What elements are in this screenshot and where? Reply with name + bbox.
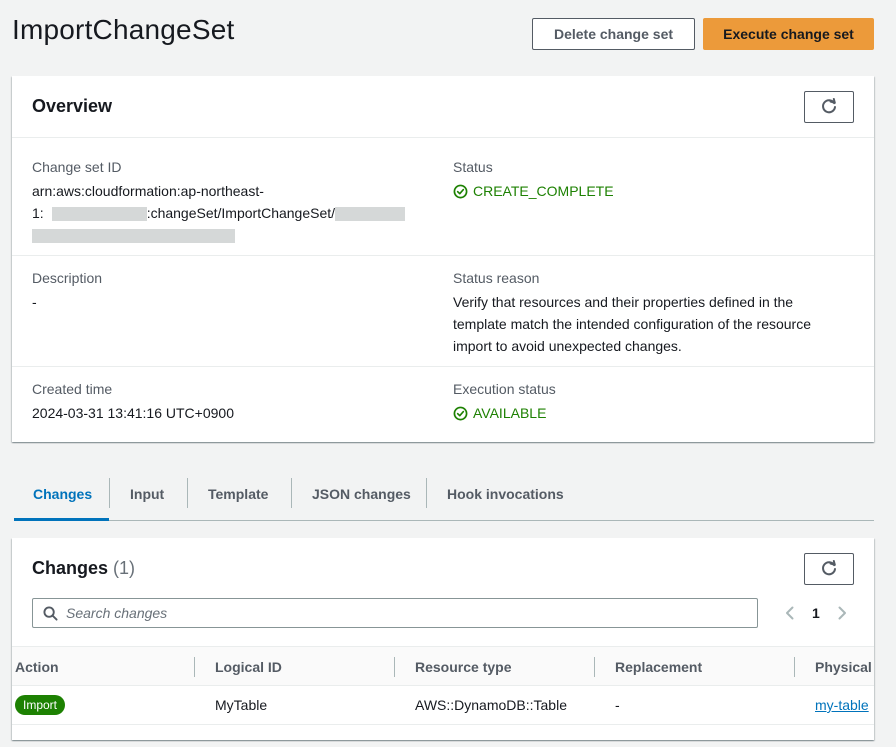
change-set-id-label: Change set ID [32, 159, 122, 175]
tab-separator [291, 478, 292, 508]
overview-title: Overview [32, 96, 113, 116]
table-header: Action Logical ID Resource type Replacem… [12, 646, 874, 686]
pagination: 1 [782, 600, 850, 626]
overview-panel: Overview Change set ID arn:aws:cloudform… [12, 76, 874, 442]
chevron-left-icon[interactable] [782, 605, 798, 621]
changes-refresh-button[interactable] [804, 553, 854, 585]
description-value: - [32, 294, 37, 310]
divider [12, 255, 874, 256]
description-label: Description [32, 270, 103, 286]
logical-id-cell: MyTable [215, 697, 268, 713]
refresh-icon [822, 560, 836, 576]
column-header-resource-type[interactable]: Resource type [415, 647, 511, 687]
status-text: CREATE_COMPLETE [473, 183, 614, 199]
physical-id-link[interactable]: my-table [815, 697, 869, 713]
redacted-id-part [335, 207, 406, 222]
redacted-account-id [51, 207, 147, 222]
execution-status-value: AVAILABLE [453, 402, 546, 424]
chevron-right-icon[interactable] [834, 605, 850, 621]
search-icon [43, 605, 58, 621]
page-number[interactable]: 1 [812, 605, 820, 621]
tab-separator [426, 478, 427, 508]
column-header-action[interactable]: Action [15, 647, 59, 687]
status-reason-value: Verify that resources and their properti… [453, 294, 811, 354]
status-value: CREATE_COMPLETE [453, 180, 614, 202]
change-set-id-line1: arn:aws:cloudformation:ap-northeast- [32, 183, 264, 199]
column-header-logical-id[interactable]: Logical ID [215, 647, 282, 687]
created-time-label: Created time [32, 381, 113, 397]
replacement-cell: - [615, 697, 620, 713]
overview-refresh-button[interactable] [804, 91, 854, 123]
tab-changes[interactable]: Changes [33, 470, 92, 518]
page-title: ImportChangeSet [12, 14, 235, 45]
changes-title-text: Changes [32, 558, 109, 578]
execution-status-text: AVAILABLE [473, 405, 547, 421]
changes-count: (1) [113, 558, 136, 578]
tab-hook-invocations[interactable]: Hook invocations [447, 470, 564, 518]
table-row: Import MyTable AWS::DynamoDB::Table - my… [12, 686, 874, 725]
tab-bar: Changes Input Template JSON changes Hook… [14, 470, 874, 521]
execution-status-label: Execution status [453, 381, 556, 397]
refresh-icon [822, 98, 836, 114]
check-circle-icon [453, 406, 468, 420]
search-changes-field[interactable] [32, 598, 758, 628]
check-circle-icon [453, 184, 468, 198]
tab-input[interactable]: Input [130, 470, 164, 518]
change-set-id-line3 [32, 224, 432, 246]
resource-type-cell: AWS::DynamoDB::Table [415, 697, 567, 713]
column-resizer[interactable] [594, 657, 595, 677]
import-badge: Import [15, 695, 66, 715]
changes-title: Changes (1) [32, 558, 135, 579]
delete-change-set-button[interactable]: Delete change set [532, 18, 695, 50]
divider [12, 366, 874, 367]
column-resizer[interactable] [794, 657, 795, 677]
status-label: Status [453, 159, 493, 175]
active-tab-indicator [14, 518, 109, 521]
redacted-id-tail [32, 229, 235, 244]
search-input[interactable] [64, 604, 748, 622]
physical-id-cell: my-table [815, 686, 869, 724]
status-reason-label: Status reason [453, 270, 540, 286]
overview-header: Overview [12, 76, 874, 138]
change-set-id-prefix: 1: [32, 205, 44, 221]
tab-separator [109, 478, 110, 508]
execute-change-set-button[interactable]: Execute change set [703, 18, 874, 50]
column-header-replacement[interactable]: Replacement [615, 647, 702, 687]
change-set-id-value: arn:aws:cloudformation:ap-northeast- 1::… [32, 180, 432, 246]
column-header-physical-id[interactable]: Physical I [815, 647, 874, 687]
change-set-id-mid: :changeSet/ImportChangeSet/ [146, 205, 336, 221]
column-resizer[interactable] [394, 657, 395, 677]
created-time-value: 2024-03-31 13:41:16 UTC+0900 [32, 405, 234, 421]
tab-separator [187, 478, 188, 508]
change-set-id-line2: 1: :changeSet/ImportChangeSet/ [32, 202, 432, 224]
action-cell: Import [15, 686, 66, 724]
changes-panel: Changes (1) 1 Action Logical ID Resource… [12, 538, 874, 740]
tab-template[interactable]: Template [208, 470, 268, 518]
column-resizer[interactable] [194, 657, 195, 677]
tab-json-changes[interactable]: JSON changes [312, 470, 411, 518]
